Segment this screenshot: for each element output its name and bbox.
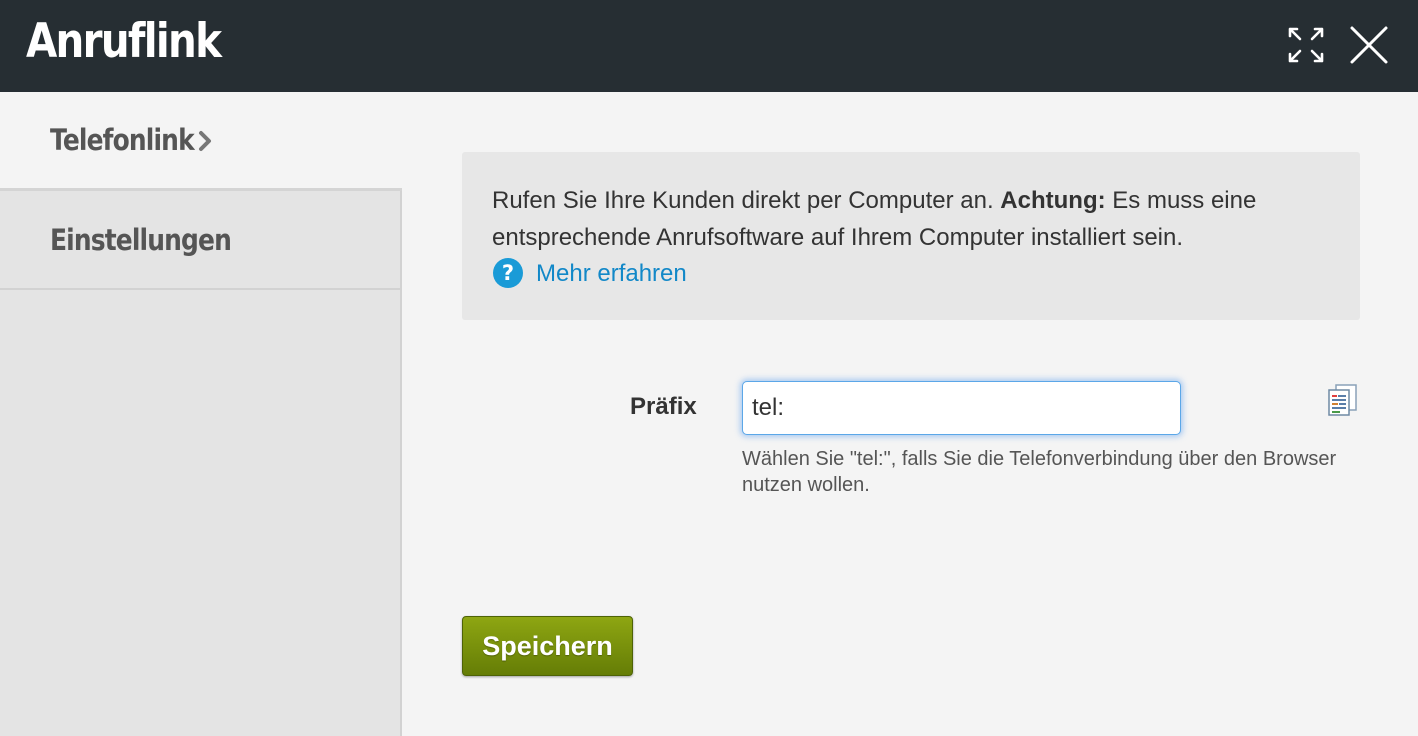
info-text: Rufen Sie Ihre Kunden direkt per Compute… [492,182,1330,256]
info-box: Rufen Sie Ihre Kunden direkt per Compute… [462,152,1360,320]
expand-arrows-icon [1288,27,1324,63]
close-icon [1350,26,1388,64]
clipboard-button[interactable] [1327,384,1361,416]
window-title: Anruflink [26,14,222,69]
question-circle-icon: ? [493,258,523,288]
sidebar-item-telefonlink[interactable]: Telefonlink [0,92,402,191]
prefix-hint: Wählen Sie "tel:", falls Sie die Telefon… [742,448,1337,496]
sidebar-item-einstellungen[interactable]: Einstellungen [0,191,400,290]
svg-text:?: ? [502,261,514,285]
learn-more-link[interactable]: ? Mehr erfahren [492,256,1330,290]
learn-more-label: Mehr erfahren [536,259,687,287]
sidebar-item-label: Einstellungen [50,222,232,257]
clipboard-icon [1328,384,1357,416]
save-button[interactable]: Speichern [462,616,633,676]
chevron-right-icon [199,131,211,151]
info-text-intro: Rufen Sie Ihre Kunden direkt per Compute… [492,187,1001,214]
expand-button[interactable] [1285,24,1327,66]
prefix-input[interactable] [742,381,1181,435]
close-button[interactable] [1348,24,1390,66]
sidebar: Telefonlink Einstellungen [0,92,402,736]
info-warning-label: Achtung: [1000,187,1106,214]
prefix-label: Präfix [630,393,697,420]
sidebar-item-label: Telefonlink [50,123,195,157]
title-bar: Anruflink [0,0,1418,92]
